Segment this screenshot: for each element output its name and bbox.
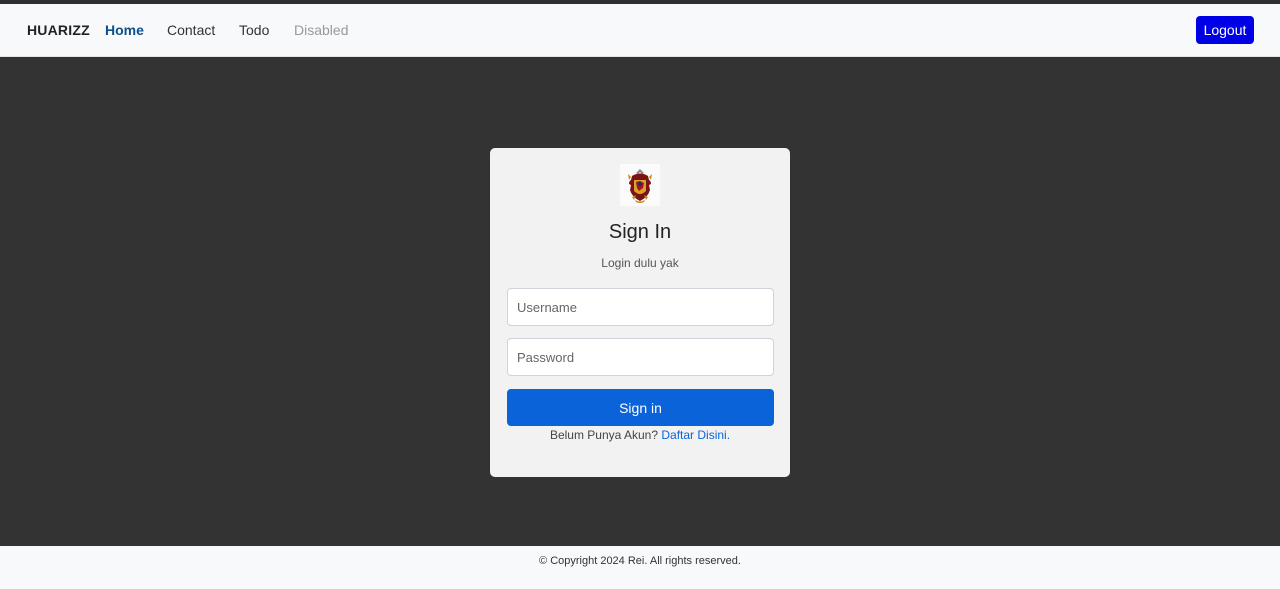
register-link[interactable]: Daftar Disini. <box>661 428 730 442</box>
sign-in-subtitle: Login dulu yak <box>601 256 679 270</box>
register-prompt: Belum Punya Akun? <box>549 428 659 442</box>
sign-in-button[interactable]: Sign in <box>507 389 774 426</box>
username-input[interactable] <box>507 288 774 326</box>
crest-icon <box>620 164 660 206</box>
nav-link-todo[interactable]: Todo <box>239 22 269 38</box>
password-input[interactable] <box>507 338 774 376</box>
footer: © Copyright 2024 Rei. All rights reserve… <box>0 546 1280 589</box>
logout-button[interactable]: Logout <box>1196 16 1254 44</box>
sign-in-title: Sign In <box>608 221 672 243</box>
nav-link-disabled: Disabled <box>294 22 349 38</box>
login-card: Sign In Login dulu yak Sign in Belum Pun… <box>490 148 790 477</box>
copyright-text: © Copyright 2024 Rei. All rights reserve… <box>539 555 741 567</box>
nav-link-contact[interactable]: Contact <box>167 22 215 38</box>
brand-logo[interactable]: HUARIZZ <box>27 22 90 38</box>
navbar: HUARIZZ Home Contact Todo Disabled Logou… <box>0 4 1280 57</box>
nav-link-home[interactable]: Home <box>105 22 144 38</box>
register-line: Belum Punya Akun? Daftar Disini. <box>490 428 790 442</box>
